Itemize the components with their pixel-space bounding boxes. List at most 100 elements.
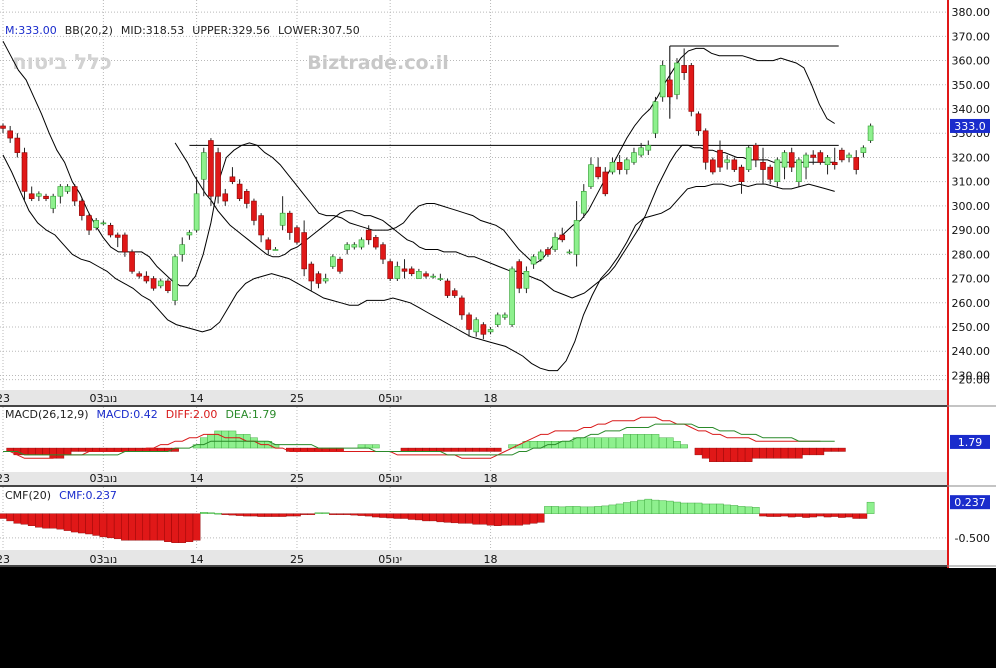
cmf-bar xyxy=(450,513,459,524)
stock-chart[interactable]: כלל ביטוח Biztrade.co.il 380.00 370.00 360… xyxy=(0,0,996,664)
price-tick-label: 240.00 xyxy=(952,345,991,358)
macd-bar xyxy=(35,447,43,456)
date-tick-label: 05ינו xyxy=(378,553,402,566)
cmf-bar xyxy=(350,513,359,516)
macd-bar xyxy=(479,447,488,452)
price-tick-label: 300.00 xyxy=(952,200,991,213)
macd-bar xyxy=(694,447,703,456)
candle-up xyxy=(824,157,831,166)
price-tick-label: 320.00 xyxy=(952,151,991,164)
cmf-bar xyxy=(809,513,817,518)
cmf-bar xyxy=(766,513,774,517)
candle-up xyxy=(322,278,329,282)
candle-down xyxy=(71,186,78,202)
macd-bar xyxy=(651,434,660,449)
candle-down xyxy=(667,79,673,98)
macd-bar xyxy=(787,447,796,459)
candle-up xyxy=(487,329,494,333)
macd-bar xyxy=(493,447,502,452)
macd-bar xyxy=(400,447,409,452)
cmf-bar xyxy=(199,512,208,514)
candle-up xyxy=(279,212,286,226)
cmf-bar xyxy=(250,513,258,517)
cmf-bar xyxy=(407,513,416,520)
candle-up xyxy=(745,147,752,170)
candle-down xyxy=(408,268,415,275)
macd-bar xyxy=(357,444,366,449)
candle-up xyxy=(846,154,852,158)
candle-down xyxy=(380,244,386,260)
candle-down xyxy=(444,280,451,296)
cmf-bar xyxy=(271,513,280,517)
candle-down xyxy=(0,125,6,129)
candle-down xyxy=(14,137,21,153)
candle-up xyxy=(502,314,508,318)
main-legend-item: LOWER:307.50 xyxy=(278,24,360,37)
candle-down xyxy=(831,161,838,166)
candle-down xyxy=(681,65,687,73)
cmf-bar xyxy=(393,513,402,519)
candle-down xyxy=(451,290,458,296)
cmf-bar xyxy=(859,513,868,519)
cmf-bar xyxy=(780,513,789,517)
cmf-bar xyxy=(637,499,645,514)
main-legend-item: BB(20,2) xyxy=(65,24,113,37)
candle-down xyxy=(28,193,35,199)
cmf-bar xyxy=(744,506,753,514)
cmf-bar xyxy=(56,513,65,530)
macd-bar xyxy=(6,447,14,452)
macd-bar xyxy=(85,447,93,452)
candle-down xyxy=(480,324,487,335)
cmf-bar xyxy=(142,513,151,541)
cmf-bar xyxy=(773,513,782,517)
cmf-bar xyxy=(171,513,179,543)
macd-bar xyxy=(78,447,86,452)
cmf-bar xyxy=(214,512,222,515)
macd-bar xyxy=(465,447,473,452)
macd-bar xyxy=(486,447,495,452)
macd-bar xyxy=(830,447,839,452)
cmf-bar xyxy=(458,513,466,524)
candle-up xyxy=(537,251,544,260)
price-tick-label: 280.00 xyxy=(952,248,991,261)
candle-down xyxy=(150,278,157,289)
macd-bar xyxy=(364,444,373,449)
cmf-bar xyxy=(465,513,473,524)
cmf-bar xyxy=(20,513,29,525)
candle-up xyxy=(36,193,42,197)
candle-down xyxy=(301,232,307,270)
cmf-bar xyxy=(709,503,717,514)
cmf-bar xyxy=(630,501,638,514)
cmf-bar xyxy=(701,503,710,514)
cmf-bar xyxy=(816,513,825,517)
cmf-bar xyxy=(623,502,631,514)
macd-bar xyxy=(63,447,72,456)
cmf-bar xyxy=(680,502,688,514)
candle-up xyxy=(430,275,437,278)
cmf-bar xyxy=(149,513,158,541)
candle-up xyxy=(774,159,781,182)
candle-down xyxy=(423,273,429,277)
candle-down xyxy=(86,215,92,231)
candle-up xyxy=(494,314,501,325)
main-xaxis-strip xyxy=(0,390,948,405)
date-tick-label: 25 xyxy=(290,392,304,405)
date-tick-label: 05ינו xyxy=(378,392,402,405)
macd-bar xyxy=(709,447,717,462)
macd-bar xyxy=(415,447,423,452)
macd-badge: 1.79 xyxy=(958,436,983,449)
cmf-bar xyxy=(357,513,366,516)
cmf-bar xyxy=(92,513,100,536)
price-tick-label: 350.00 xyxy=(952,79,991,92)
macd-bar xyxy=(92,447,100,452)
candle-down xyxy=(688,65,695,112)
macd-bar xyxy=(422,447,430,452)
cmf-bar xyxy=(128,513,136,541)
candle-down xyxy=(294,227,300,243)
cmf-bar xyxy=(501,513,509,526)
cmf-bar xyxy=(730,505,739,514)
candle-up xyxy=(64,186,71,192)
macd-bar xyxy=(816,447,825,456)
candle-down xyxy=(258,215,264,236)
cmf-bar xyxy=(415,513,423,521)
